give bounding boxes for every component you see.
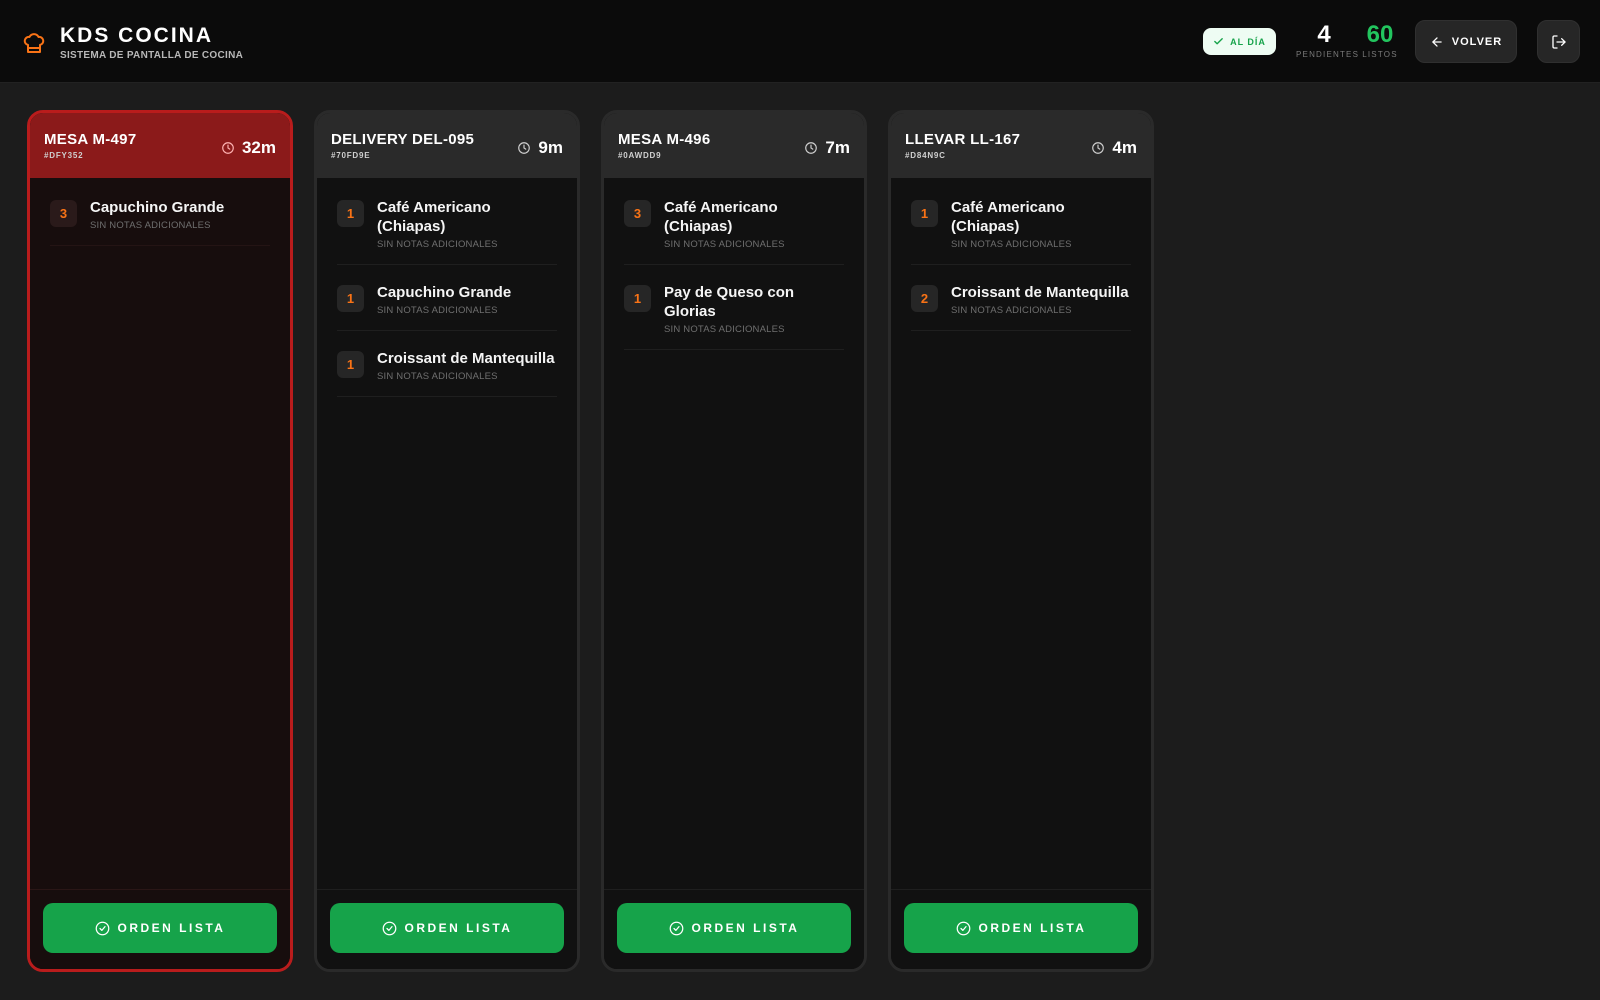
order-card: MESA M-496 #0AWDD9 7m 3 Café Americano (… — [601, 110, 867, 972]
item-name: Croissant de Mantequilla — [951, 284, 1129, 301]
order-items: 1 Café Americano (Chiapas) SIN NOTAS ADI… — [317, 178, 577, 397]
status-label: AL DÍA — [1230, 36, 1266, 47]
item-quantity: 1 — [337, 285, 364, 312]
item-name: Café Americano (Chiapas) — [377, 199, 491, 235]
check-circle-icon — [669, 921, 683, 935]
clock-icon — [222, 142, 234, 154]
order-ready-button[interactable]: ORDEN LISTA — [330, 903, 564, 953]
item-quantity: 1 — [624, 285, 651, 312]
elapsed-time: 4m — [1112, 138, 1137, 157]
order-item: 1 Croissant de Mantequilla SIN NOTAS ADI… — [337, 345, 557, 397]
order-timer: 9m — [517, 138, 563, 158]
back-button[interactable]: VOLVER — [1415, 20, 1517, 63]
clock-icon — [1092, 142, 1105, 154]
order-header: DELIVERY DEL-095 #70FD9E 9m — [317, 113, 577, 178]
order-timer: 32m — [221, 138, 276, 158]
item-name: Café Americano (Chiapas) — [951, 199, 1065, 235]
status-badge: AL DÍA — [1203, 28, 1276, 55]
order-item: 1 Capuchino Grande SIN NOTAS ADICIONALES — [337, 279, 557, 331]
order-footer: ORDEN LISTA — [891, 889, 1151, 969]
order-timer: 7m — [804, 138, 850, 158]
order-item: 3 Capuchino Grande SIN NOTAS ADICIONALES — [50, 194, 270, 246]
check-circle-icon — [382, 921, 396, 935]
item-name: Croissant de Mantequilla — [377, 350, 555, 367]
pending-label: PENDIENTES — [1296, 50, 1360, 59]
ready-label: LISTOS — [1362, 50, 1398, 59]
ready-stat: 60 LISTOS — [1360, 21, 1400, 60]
item-notes: SIN NOTAS ADICIONALES — [664, 239, 785, 250]
item-quantity: 3 — [50, 200, 77, 227]
brand: KDS COCINA SISTEMA DE PANTALLA DE COCINA — [22, 24, 243, 61]
order-footer: ORDEN LISTA — [317, 889, 577, 969]
order-item: 1 Pay de Queso con Glorias SIN NOTAS ADI… — [624, 279, 844, 350]
item-quantity: 1 — [337, 351, 364, 378]
order-item: 1 Café Americano (Chiapas) SIN NOTAS ADI… — [337, 194, 557, 265]
ready-count: 60 — [1366, 21, 1394, 48]
item-quantity: 1 — [337, 200, 364, 227]
order-footer: ORDEN LISTA — [30, 889, 290, 969]
order-ready-label: ORDEN LISTA — [117, 921, 226, 935]
check-circle-icon — [956, 921, 970, 935]
item-quantity: 3 — [624, 200, 651, 227]
order-timer: 4m — [1091, 138, 1137, 158]
app-title: KDS COCINA — [60, 24, 214, 47]
item-quantity: 1 — [911, 200, 938, 227]
item-notes: SIN NOTAS ADICIONALES — [951, 305, 1072, 316]
order-item: 2 Croissant de Mantequilla SIN NOTAS ADI… — [911, 279, 1131, 331]
logout-icon — [1551, 34, 1566, 49]
item-notes: SIN NOTAS ADICIONALES — [377, 371, 498, 382]
arrow-left-icon — [1432, 36, 1442, 47]
item-name: Capuchino Grande — [90, 199, 225, 216]
order-card: DELIVERY DEL-095 #70FD9E 9m 1 Café Ameri… — [314, 110, 580, 972]
top-bar: KDS COCINA SISTEMA DE PANTALLA DE COCINA… — [0, 0, 1600, 83]
item-notes: SIN NOTAS ADICIONALES — [90, 220, 211, 231]
app-subtitle: SISTEMA DE PANTALLA DE COCINA — [60, 50, 244, 61]
order-card: LLEVAR LL-167 #D84N9C 4m 1 Café American… — [888, 110, 1154, 972]
order-ready-label: ORDEN LISTA — [978, 921, 1087, 935]
order-header: LLEVAR LL-167 #D84N9C 4m — [891, 113, 1151, 178]
order-items: 3 Café Americano (Chiapas) SIN NOTAS ADI… — [604, 178, 864, 350]
check-circle-icon — [95, 921, 109, 935]
back-label: VOLVER — [1451, 35, 1503, 48]
order-ready-button[interactable]: ORDEN LISTA — [904, 903, 1138, 953]
clock-icon — [805, 142, 818, 154]
order-items: 1 Café Americano (Chiapas) SIN NOTAS ADI… — [891, 178, 1151, 331]
order-header: MESA M-496 #0AWDD9 7m — [604, 113, 864, 178]
item-name: Capuchino Grande — [377, 284, 512, 301]
item-notes: SIN NOTAS ADICIONALES — [951, 239, 1072, 250]
item-name: Café Americano (Chiapas) — [664, 199, 778, 235]
pending-stat: 4 PENDIENTES — [1296, 21, 1360, 60]
order-items: 3 Capuchino Grande SIN NOTAS ADICIONALES — [30, 178, 290, 246]
order-ready-button[interactable]: ORDEN LISTA — [43, 903, 277, 953]
check-icon — [1214, 38, 1223, 45]
order-item: 1 Café Americano (Chiapas) SIN NOTAS ADI… — [911, 194, 1131, 265]
item-notes: SIN NOTAS ADICIONALES — [664, 324, 785, 335]
order-ready-label: ORDEN LISTA — [404, 921, 513, 935]
order-header: MESA M-497 #DFY352 32m — [30, 113, 290, 178]
item-notes: SIN NOTAS ADICIONALES — [377, 305, 498, 316]
order-ready-label: ORDEN LISTA — [691, 921, 800, 935]
order-card: MESA M-497 #DFY352 32m 3 Capuchino Grand… — [27, 110, 293, 972]
pending-count: 4 — [1317, 21, 1331, 48]
item-name: Pay de Queso con Glorias — [664, 284, 795, 320]
orders-board: MESA M-497 #DFY352 32m 3 Capuchino Grand… — [27, 110, 1154, 972]
clock-icon — [518, 142, 531, 154]
elapsed-time: 9m — [538, 138, 563, 157]
order-footer: ORDEN LISTA — [604, 889, 864, 969]
item-notes: SIN NOTAS ADICIONALES — [377, 239, 498, 250]
logout-button[interactable] — [1537, 20, 1580, 63]
item-quantity: 2 — [911, 285, 938, 312]
elapsed-time: 32m — [241, 138, 276, 157]
order-item: 3 Café Americano (Chiapas) SIN NOTAS ADI… — [624, 194, 844, 265]
elapsed-time: 7m — [825, 138, 850, 157]
chef-hat-icon — [23, 32, 45, 53]
order-ready-button[interactable]: ORDEN LISTA — [617, 903, 851, 953]
